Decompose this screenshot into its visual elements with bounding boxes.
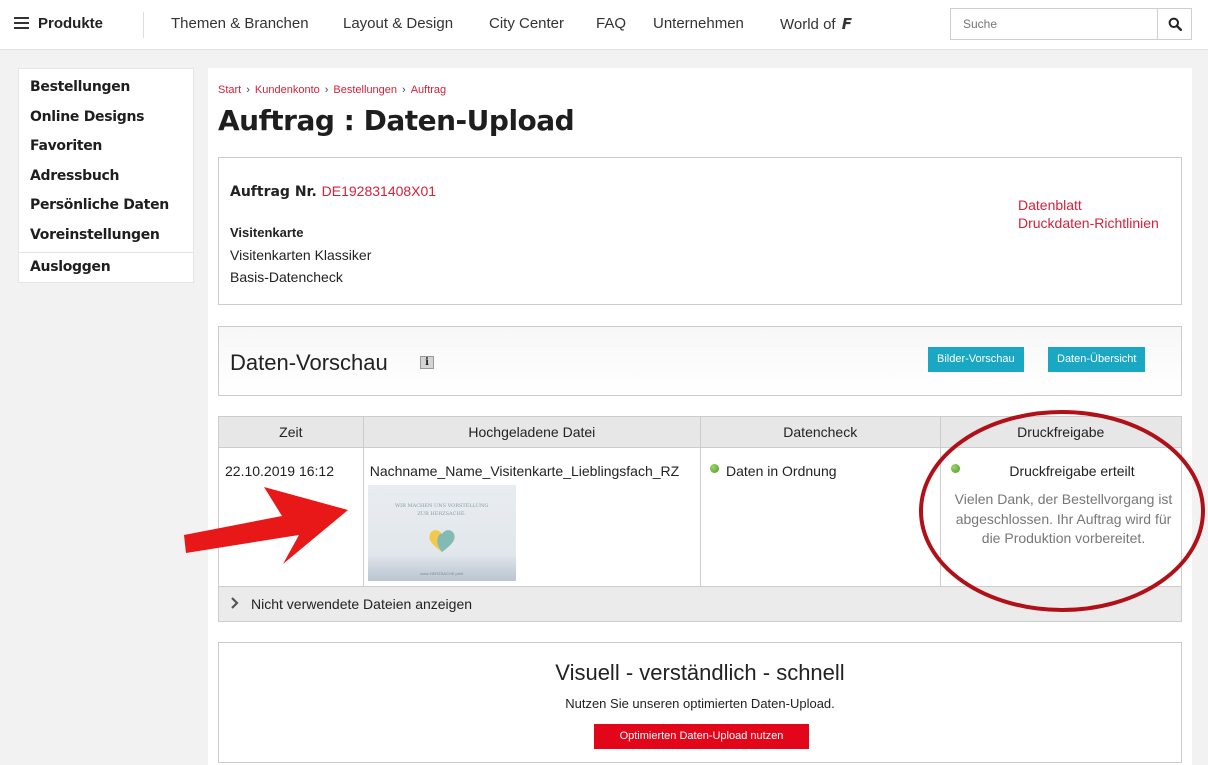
data-overview-button[interactable]: Daten-Übersicht	[1048, 347, 1146, 372]
heart-logo-icon	[429, 530, 455, 552]
breadcrumb-auftrag[interactable]: Auftrag	[411, 84, 446, 96]
breadcrumb-chevron-icon: ›	[402, 84, 406, 96]
breadcrumb: Start › Kundenkonto › Bestellungen › Auftrag	[218, 84, 446, 96]
breadcrumb-start[interactable]: Start	[218, 84, 241, 96]
sidebar-item-favoriten[interactable]: Favoriten	[19, 132, 193, 162]
datacheck-status: Daten in Ordnung	[726, 463, 837, 479]
thumbnail-brush-stroke	[367, 555, 516, 581]
sidebar-item-bestellungen[interactable]: Bestellungen	[19, 73, 193, 103]
cell-file: Nachname_Name_Visitenkarte_Lieblingsfach…	[364, 448, 701, 586]
datasheet-link[interactable]: Datenblatt	[1018, 197, 1082, 213]
product-variant: Visitenkarten Klassiker	[230, 247, 372, 263]
data-preview-header: Daten-Vorschau i Bilder-Vorschau Daten-Ü…	[218, 326, 1182, 396]
column-header-zeit: Zeit	[219, 417, 364, 447]
optimized-upload-promo: Visuell - verständlich - schnell Nutzen …	[218, 642, 1182, 763]
hamburger-menu-icon	[14, 14, 29, 32]
uploaded-file-name[interactable]: Nachname_Name_Visitenkarte_Lieblingsfach…	[370, 463, 679, 479]
column-header-druckfreigabe: Druckfreigabe	[1017, 424, 1105, 440]
info-icon[interactable]: i	[420, 356, 434, 369]
product-name: Visitenkarte	[230, 225, 304, 240]
nav-unternehmen[interactable]: Unternehmen	[653, 15, 744, 32]
sidebar-item-persoenliche-daten[interactable]: Persönliche Daten	[19, 191, 193, 221]
search-button[interactable]	[1157, 9, 1191, 39]
brand-f-logo: F	[841, 15, 852, 33]
sidebar-item-adressbuch[interactable]: Adressbuch	[19, 162, 193, 192]
uploaded-files-table: Zeit Hochgeladene Datei Datencheck Druck…	[218, 416, 1182, 622]
print-guidelines-link[interactable]: Druckdaten-Richtlinien	[1018, 215, 1159, 231]
show-unused-files-label: Nicht verwendete Dateien anzeigen	[251, 596, 473, 612]
cell-datacheck: Daten in Ordnung	[701, 448, 941, 586]
chevron-right-icon	[231, 597, 239, 609]
nav-layout-design[interactable]: Layout & Design	[343, 15, 453, 32]
sidebar-item-online-designs[interactable]: Online Designs	[19, 103, 193, 133]
data-preview-title: Daten-Vorschau	[230, 350, 388, 375]
order-number-label: Auftrag Nr.	[230, 184, 317, 200]
thumbnail-footer-text: www.HERZSACHE.print	[420, 571, 464, 576]
breadcrumb-chevron-icon: ›	[324, 84, 329, 96]
breadcrumb-chevron-icon: ›	[246, 84, 250, 96]
products-menu-button[interactable]: Produkte	[14, 14, 103, 32]
cell-release: Druckfreigabe erteilt Vielen Dank, der B…	[941, 448, 1182, 586]
optimized-upload-button[interactable]: Optimierten Daten-Upload nutzen	[594, 724, 809, 749]
breadcrumb-kundenkonto[interactable]: Kundenkonto	[255, 84, 320, 96]
nav-world-of-label: World of	[780, 16, 836, 33]
page-title: Auftrag : Daten-Upload	[218, 104, 575, 137]
search-input[interactable]	[951, 9, 1157, 39]
nav-world-of[interactable]: World of F	[780, 15, 852, 33]
search-icon	[1168, 17, 1182, 31]
column-header-datei: Hochgeladene Datei	[364, 417, 701, 447]
file-thumbnail[interactable]: WIR MACHEN UNS VORSTELLUNG ZUR HERZSACHE…	[367, 485, 516, 581]
nav-divider	[143, 12, 144, 38]
nav-themen-branchen[interactable]: Themen & Branchen	[171, 15, 309, 32]
product-datacheck-type: Basis-Datencheck	[230, 269, 343, 285]
thumbnail-text-line: ZUR HERZSACHE.	[417, 511, 467, 517]
order-number-value: DE192831408X01	[321, 183, 437, 199]
order-number: Auftrag Nr. DE192831408X01	[230, 183, 436, 200]
thumbnail-text-line: WIR MACHEN UNS VORSTELLUNG	[395, 503, 489, 509]
products-menu-label: Produkte	[38, 14, 104, 32]
top-navigation: Produkte Themen & Branchen Layout & Desi…	[0, 0, 1208, 50]
search-box	[950, 8, 1192, 40]
column-header-datencheck: Datencheck	[701, 417, 941, 447]
promo-subtitle: Nutzen Sie unseren optimierten Daten-Upl…	[565, 696, 835, 711]
order-details-panel: Auftrag Nr. DE192831408X01 Visitenkarte …	[218, 157, 1182, 305]
table-row: 22.10.2019 16:12 Nachname_Name_Visitenka…	[219, 448, 1181, 587]
upload-time: 22.10.2019 16:12	[225, 463, 334, 479]
release-message: Vielen Dank, der Bestellvorgang ist abge…	[954, 491, 1173, 546]
cell-time: 22.10.2019 16:12	[219, 448, 364, 586]
logout-link[interactable]: Ausloggen	[19, 252, 193, 282]
release-status: Druckfreigabe erteilt	[1009, 463, 1135, 479]
nav-faq[interactable]: FAQ	[596, 15, 626, 32]
promo-title: Visuell - verständlich - schnell	[555, 660, 845, 685]
show-unused-files-toggle[interactable]: Nicht verwendete Dateien anzeigen	[219, 587, 1181, 621]
account-sidebar: Bestellungen Online Designs Favoriten Ad…	[18, 68, 194, 283]
main-content: Start › Kundenkonto › Bestellungen › Auftrag A…	[208, 68, 1192, 765]
nav-city-center[interactable]: City Center	[489, 15, 564, 32]
sidebar-item-voreinstellungen[interactable]: Voreinstellungen	[19, 221, 193, 251]
image-preview-button[interactable]: Bilder-Vorschau	[928, 347, 1024, 372]
table-header-row: Zeit Hochgeladene Datei Datencheck Druck…	[219, 417, 1181, 448]
breadcrumb-bestellungen[interactable]: Bestellungen	[333, 84, 397, 96]
status-ok-icon	[710, 464, 719, 473]
